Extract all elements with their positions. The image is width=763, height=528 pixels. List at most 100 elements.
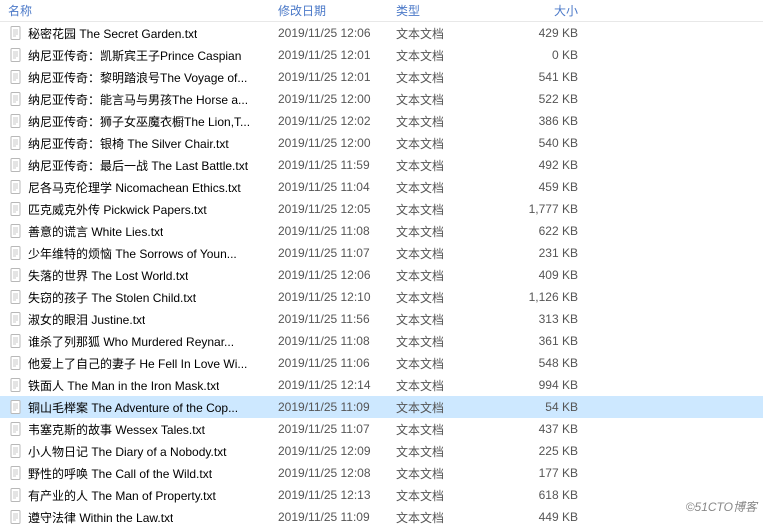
file-name-cell: 匹克威克外传 Pickwick Papers.txt xyxy=(8,201,278,218)
file-row[interactable]: 纳尼亚传奇：凯斯宾王子Prince Caspian 2019/11/25 12:0… xyxy=(0,44,763,66)
file-name: 铜山毛榉案 The Adventure of the Cop... xyxy=(28,399,238,416)
file-row[interactable]: 韦塞克斯的故事 Wessex Tales.txt 2019/11/25 11:07… xyxy=(0,418,763,440)
file-type: 文本文档 xyxy=(396,399,504,416)
text-file-icon xyxy=(8,509,24,525)
file-row[interactable]: 纳尼亚传奇：狮子女巫魔衣橱The Lion,T...2019/11/25 12:… xyxy=(0,110,763,132)
text-file-icon xyxy=(8,311,24,327)
file-size: 231 KB xyxy=(504,246,584,260)
file-name-cell: 善意的谎言 White Lies.txt xyxy=(8,223,278,240)
file-name-cell: 韦塞克斯的故事 Wessex Tales.txt xyxy=(8,421,278,438)
file-row[interactable]: 遵守法律 Within the Law.txt2019/11/25 11:09文… xyxy=(0,506,763,528)
file-name-cell: 铁面人 The Man in the Iron Mask.txt xyxy=(8,377,278,394)
file-date: 2019/11/25 12:09 xyxy=(278,444,396,458)
file-name-cell: 有产业的人 The Man of Property.txt xyxy=(8,487,278,504)
file-row[interactable]: 他爱上了自己的妻子 He Fell In Love Wi... 2019/11/2… xyxy=(0,352,763,374)
file-row[interactable]: 纳尼亚传奇：银椅 The Silver Chair.txt2019/11/25 … xyxy=(0,132,763,154)
file-size: 361 KB xyxy=(504,334,584,348)
file-date: 2019/11/25 12:01 xyxy=(278,70,396,84)
file-name: 纳尼亚传奇：凯斯宾王子Prince Caspian xyxy=(28,47,241,64)
file-size: 177 KB xyxy=(504,466,584,480)
file-type: 文本文档 xyxy=(396,487,504,504)
file-type: 文本文档 xyxy=(396,157,504,174)
file-size: 492 KB xyxy=(504,158,584,172)
file-date: 2019/11/25 12:06 xyxy=(278,268,396,282)
file-size: 622 KB xyxy=(504,224,584,238)
file-name: 他爱上了自己的妻子 He Fell In Love Wi... xyxy=(28,355,247,372)
file-type: 文本文档 xyxy=(396,47,504,64)
file-row[interactable]: 铁面人 The Man in the Iron Mask.txt2019/11/… xyxy=(0,374,763,396)
file-type: 文本文档 xyxy=(396,267,504,284)
file-name: 纳尼亚传奇：能言马与男孩The Horse a... xyxy=(28,91,248,108)
text-file-icon xyxy=(8,377,24,393)
file-name: 纳尼亚传奇：银椅 The Silver Chair.txt xyxy=(28,135,229,152)
file-row[interactable]: 淑女的眼泪 Justine.txt2019/11/25 11:56文本文档313… xyxy=(0,308,763,330)
file-row[interactable]: 野性的呼唤 The Call of the Wild.txt2019/11/25… xyxy=(0,462,763,484)
file-row[interactable]: 尼各马克伦理学 Nicomachean Ethics.txt2019/11/25… xyxy=(0,176,763,198)
column-header-name[interactable]: 名称 xyxy=(8,2,278,19)
file-size: 1,126 KB xyxy=(504,290,584,304)
file-type: 文本文档 xyxy=(396,333,504,350)
file-name-cell: 少年维特的烦恼 The Sorrows of Youn... xyxy=(8,245,278,262)
file-row[interactable]: 失落的世界 The Lost World.txt2019/11/25 12:06… xyxy=(0,264,763,286)
file-row[interactable]: 铜山毛榉案 The Adventure of the Cop...2019/11… xyxy=(0,396,763,418)
file-name-cell: 淑女的眼泪 Justine.txt xyxy=(8,311,278,328)
file-size: 618 KB xyxy=(504,488,584,502)
file-row[interactable]: 失窃的孩子 The Stolen Child.txt2019/11/25 12:… xyxy=(0,286,763,308)
file-size: 449 KB xyxy=(504,510,584,524)
file-type: 文本文档 xyxy=(396,377,504,394)
file-size: 548 KB xyxy=(504,356,584,370)
file-name: 少年维特的烦恼 The Sorrows of Youn... xyxy=(28,245,237,262)
column-header-type[interactable]: 类型 xyxy=(396,2,504,19)
file-name: 纳尼亚传奇：最后一战 The Last Battle.txt xyxy=(28,157,248,174)
file-date: 2019/11/25 12:01 xyxy=(278,48,396,62)
file-size: 541 KB xyxy=(504,70,584,84)
file-row[interactable]: 小人物日记 The Diary of a Nobody.txt2019/11/2… xyxy=(0,440,763,462)
text-file-icon xyxy=(8,289,24,305)
file-name: 淑女的眼泪 Justine.txt xyxy=(28,311,145,328)
file-row[interactable]: 纳尼亚传奇：最后一战 The Last Battle.txt2019/11/25… xyxy=(0,154,763,176)
text-file-icon xyxy=(8,223,24,239)
text-file-icon xyxy=(8,421,24,437)
file-size: 429 KB xyxy=(504,26,584,40)
column-header-date[interactable]: 修改日期 xyxy=(278,2,396,19)
text-file-icon xyxy=(8,333,24,349)
file-name: 铁面人 The Man in the Iron Mask.txt xyxy=(28,377,219,394)
column-header-row: 名称 修改日期 类型 大小 xyxy=(0,0,763,22)
file-name-cell: 他爱上了自己的妻子 He Fell In Love Wi... xyxy=(8,355,278,372)
file-row[interactable]: 纳尼亚传奇：能言马与男孩The Horse a... 2019/11/25 12:… xyxy=(0,88,763,110)
file-size: 409 KB xyxy=(504,268,584,282)
file-row[interactable]: 匹克威克外传 Pickwick Papers.txt2019/11/25 12:… xyxy=(0,198,763,220)
file-row[interactable]: 秘密花园 The Secret Garden.txt2019/11/25 12:… xyxy=(0,22,763,44)
file-date: 2019/11/25 12:00 xyxy=(278,92,396,106)
text-file-icon xyxy=(8,201,24,217)
text-file-icon xyxy=(8,113,24,129)
file-date: 2019/11/25 11:06 xyxy=(278,356,396,370)
file-size: 0 KB xyxy=(504,48,584,62)
file-name-cell: 纳尼亚传奇：能言马与男孩The Horse a... xyxy=(8,91,278,108)
file-type: 文本文档 xyxy=(396,223,504,240)
file-date: 2019/11/25 11:04 xyxy=(278,180,396,194)
file-row[interactable]: 纳尼亚传奇：黎明踏浪号The Voyage of...2019/11/25 12… xyxy=(0,66,763,88)
file-type: 文本文档 xyxy=(396,509,504,526)
file-size: 994 KB xyxy=(504,378,584,392)
text-file-icon xyxy=(8,399,24,415)
file-name-cell: 纳尼亚传奇：黎明踏浪号The Voyage of... xyxy=(8,69,278,86)
file-row[interactable]: 有产业的人 The Man of Property.txt2019/11/25 … xyxy=(0,484,763,506)
file-row[interactable]: 少年维特的烦恼 The Sorrows of Youn...2019/11/25… xyxy=(0,242,763,264)
file-name-cell: 野性的呼唤 The Call of the Wild.txt xyxy=(8,465,278,482)
file-name-cell: 纳尼亚传奇：银椅 The Silver Chair.txt xyxy=(8,135,278,152)
file-name-cell: 谁杀了列那狐 Who Murdered Reynar... xyxy=(8,333,278,350)
column-header-size[interactable]: 大小 xyxy=(504,2,584,19)
file-name: 纳尼亚传奇：狮子女巫魔衣橱The Lion,T... xyxy=(28,113,250,130)
file-name: 韦塞克斯的故事 Wessex Tales.txt xyxy=(28,421,205,438)
file-name-cell: 遵守法律 Within the Law.txt xyxy=(8,509,278,526)
text-file-icon xyxy=(8,91,24,107)
file-date: 2019/11/25 12:10 xyxy=(278,290,396,304)
file-date: 2019/11/25 12:08 xyxy=(278,466,396,480)
file-type: 文本文档 xyxy=(396,201,504,218)
text-file-icon xyxy=(8,47,24,63)
file-row[interactable]: 善意的谎言 White Lies.txt2019/11/25 11:08文本文档… xyxy=(0,220,763,242)
file-date: 2019/11/25 11:07 xyxy=(278,422,396,436)
file-size: 313 KB xyxy=(504,312,584,326)
file-row[interactable]: 谁杀了列那狐 Who Murdered Reynar...2019/11/25 … xyxy=(0,330,763,352)
